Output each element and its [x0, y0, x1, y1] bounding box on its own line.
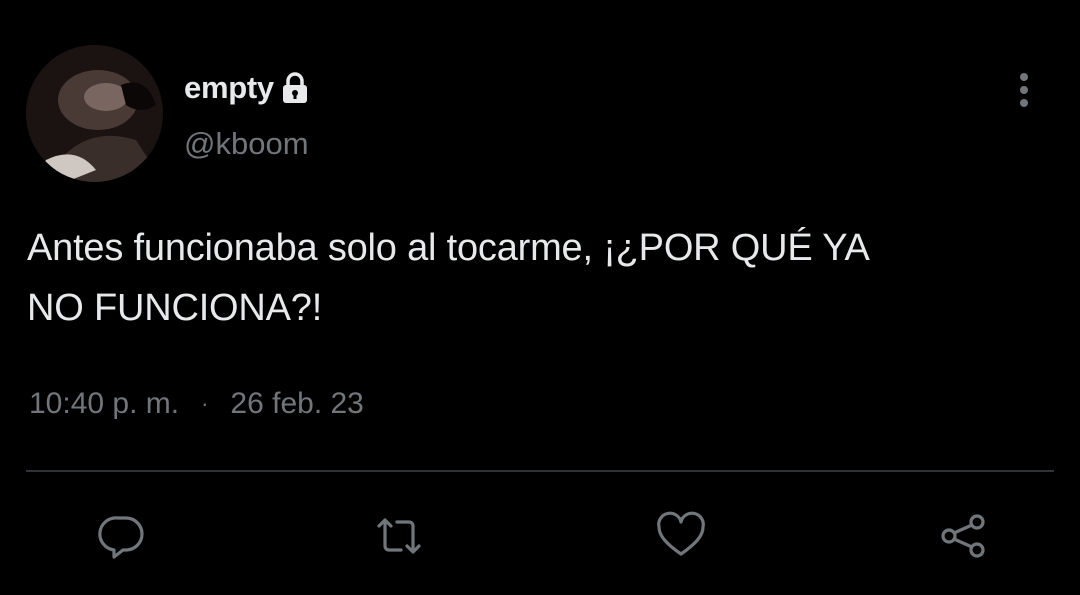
meta-separator: · [201, 391, 209, 416]
share-button[interactable] [937, 510, 989, 562]
more-vertical-icon [1020, 73, 1028, 107]
user-handle[interactable]: @kboom [184, 126, 309, 162]
share-icon [941, 514, 985, 558]
reply-icon [98, 516, 144, 559]
avatar-photo [26, 45, 163, 182]
retweet-icon [377, 518, 421, 554]
tweet-time[interactable]: 10:40 p. m. [29, 387, 179, 421]
lock-icon [280, 71, 310, 105]
more-options-button[interactable] [1006, 68, 1042, 112]
tweet-metadata: 10:40 p. m. · 26 feb. 23 [29, 387, 364, 421]
tweet-text-line-2: NO FUNCIONA?! [27, 287, 323, 329]
display-name[interactable]: empty [184, 70, 274, 106]
like-icon [657, 511, 705, 556]
retweet-button[interactable] [373, 510, 425, 562]
divider [26, 470, 1054, 472]
like-button[interactable] [655, 510, 707, 562]
tweet-card: empty @kboom Antes funcionaba solo al to… [0, 0, 1080, 595]
reply-button[interactable] [96, 510, 148, 562]
tweet-date[interactable]: 26 feb. 23 [230, 387, 363, 421]
tweet-text-line-1: Antes funcionaba solo al tocarme, ¡¿POR … [27, 227, 870, 269]
avatar[interactable] [26, 45, 163, 182]
user-name-row[interactable]: empty [184, 66, 310, 110]
tweet-text: Antes funcionaba solo al tocarme, ¡¿POR … [27, 218, 1047, 338]
